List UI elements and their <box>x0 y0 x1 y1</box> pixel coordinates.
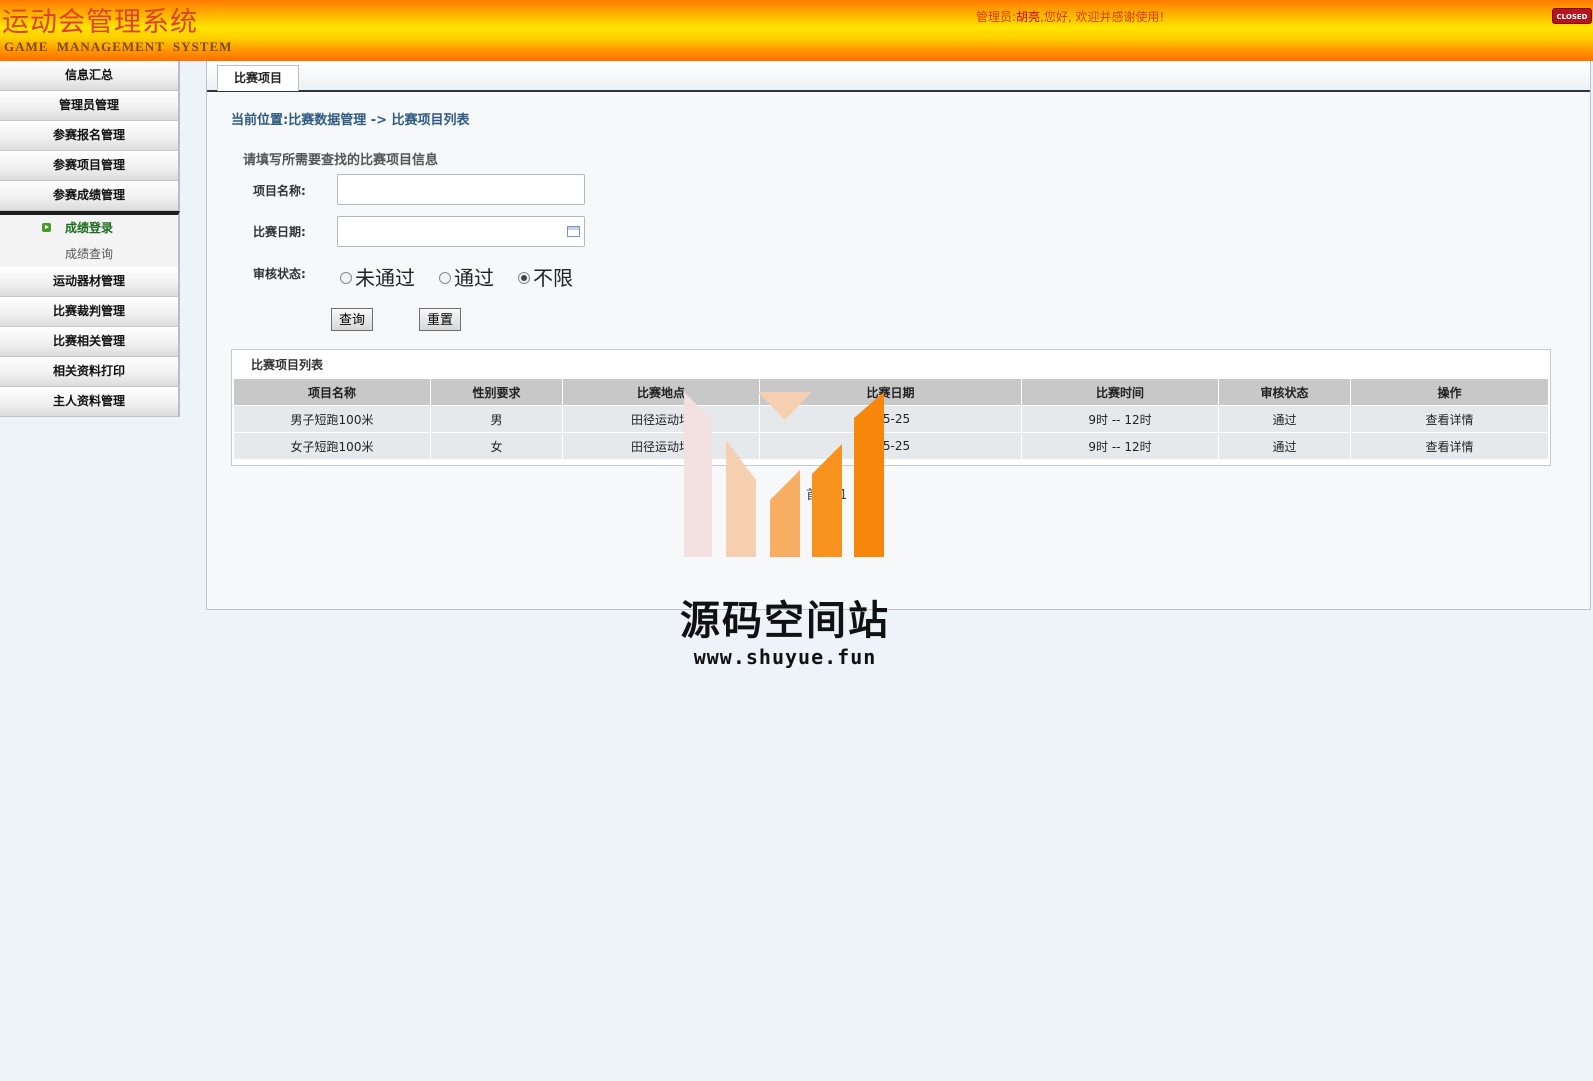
table-row: 男子短跑100米 男 田径运动场 -05-25 9时 -- 12时 通过 查看详… <box>234 406 1548 432</box>
sidebar-item-equipment-management[interactable]: 运动器材管理 <box>0 267 180 297</box>
last-page-link[interactable]: 尾页 <box>855 488 881 503</box>
cell-gender: 女 <box>431 433 562 459</box>
query-button[interactable]: 查询 <box>331 308 374 331</box>
sidebar-item-admin-management[interactable]: 管理员管理 <box>0 91 180 121</box>
column-header: 比赛时间 <box>1022 379 1218 405</box>
view-details-link[interactable]: 查看详情 <box>1351 406 1548 432</box>
table-header-row: 项目名称 性别要求 比赛地点 比赛日期 比赛时间 审核状态 操作 <box>234 379 1548 405</box>
cell-venue: 田径运动场 <box>563 406 759 432</box>
sidebar-item-owner-profile[interactable]: 主人资料管理 <box>0 387 180 417</box>
sidebar-item-registration-management[interactable]: 参赛报名管理 <box>0 121 180 151</box>
sidebar-item-score-management[interactable]: 参赛成绩管理 <box>0 181 180 211</box>
reset-button[interactable]: 重置 <box>419 308 462 331</box>
cell-status: 通过 <box>1219 433 1350 459</box>
column-header: 审核状态 <box>1219 379 1350 405</box>
breadcrumb: 当前位置:比赛数据管理 -> 比赛项目列表 <box>231 113 470 128</box>
search-form-title: 请填写所需要查找的比赛项目信息 <box>243 153 439 168</box>
cell-event-name: 男子短跑100米 <box>234 406 430 432</box>
review-status-label: 审核状态: <box>253 267 306 281</box>
tab-events[interactable]: 比赛项目 <box>217 65 299 91</box>
event-date-input[interactable] <box>337 216 585 247</box>
tab-bar: 比赛项目 <box>207 61 1590 92</box>
welcome-message: 管理员:胡亮,您好, 欢迎并感谢使用! <box>976 8 1164 25</box>
submenu-item-label: 成绩查询 <box>64 247 113 261</box>
score-submenu: 成绩登录 成绩查询 <box>0 211 180 267</box>
calendar-icon[interactable] <box>567 226 580 237</box>
app-subtitle: GAME MANAGEMENT SYSTEM <box>4 39 233 54</box>
radio-label: 通过 <box>454 266 494 290</box>
pagination: 首页 1 尾页 <box>806 484 881 503</box>
top-banner: 运动会管理系统 GAME MANAGEMENT SYSTEM 管理员:胡亮,您好… <box>0 0 1593 61</box>
watermark-text: 源码空间站 <box>680 598 890 644</box>
arrow-right-icon <box>42 223 51 232</box>
cell-date: -05-25 <box>760 406 1021 432</box>
greeting-suffix: ,您好, 欢迎并感谢使用! <box>1040 10 1165 24</box>
app-title: 运动会管理系统 <box>2 7 198 38</box>
submenu-item-label: 成绩登录 <box>64 221 113 235</box>
event-table: 项目名称 性别要求 比赛地点 比赛日期 比赛时间 审核状态 操作 男子短跑100… <box>233 378 1549 460</box>
cell-time: 9时 -- 12时 <box>1022 406 1218 432</box>
status-radio-passed[interactable]: 通过 <box>439 262 494 291</box>
watermark-url: www.shuyue.fun <box>693 645 877 669</box>
sidebar-menu: 信息汇总 管理员管理 参赛报名管理 参赛项目管理 参赛成绩管理 成绩登录 成绩查… <box>0 61 180 417</box>
event-name-input[interactable] <box>337 174 585 205</box>
radio-icon[interactable] <box>340 271 352 284</box>
cell-date: -05-25 <box>760 433 1021 459</box>
column-header: 操作 <box>1351 379 1548 405</box>
first-page-link[interactable]: 首页 <box>806 488 832 503</box>
close-button[interactable]: CLOSED <box>1552 8 1592 24</box>
status-radio-not-passed[interactable]: 未通过 <box>340 262 415 291</box>
greeting-prefix: 管理员: <box>976 10 1017 24</box>
submenu-item-score-query[interactable]: 成绩查询 <box>0 241 178 267</box>
user-name: 胡亮 <box>1016 10 1041 24</box>
sidebar-item-event-management[interactable]: 参赛项目管理 <box>0 151 180 181</box>
column-header: 性别要求 <box>431 379 562 405</box>
list-title: 比赛项目列表 <box>251 358 324 372</box>
radio-icon[interactable] <box>439 271 451 284</box>
cell-event-name: 女子短跑100米 <box>234 433 430 459</box>
table-row: 女子短跑100米 女 田径运动场 -05-25 9时 -- 12时 通过 查看详… <box>234 433 1548 459</box>
view-details-link[interactable]: 查看详情 <box>1351 433 1548 459</box>
sidebar-item-document-print[interactable]: 相关资料打印 <box>0 357 180 387</box>
event-date-label: 比赛日期: <box>253 225 306 239</box>
cell-status: 通过 <box>1219 406 1350 432</box>
radio-label: 不限 <box>533 266 573 290</box>
sidebar-item-competition-related[interactable]: 比赛相关管理 <box>0 327 180 357</box>
cell-venue: 田径运动场 <box>563 433 759 459</box>
sidebar-item-referee-management[interactable]: 比赛裁判管理 <box>0 297 180 327</box>
event-list-panel: 比赛项目列表 项目名称 性别要求 比赛地点 比赛日期 比赛时间 审核状态 操作 … <box>231 349 1551 466</box>
page-number-link[interactable]: 1 <box>839 488 847 503</box>
column-header: 项目名称 <box>234 379 430 405</box>
submenu-item-score-entry[interactable]: 成绩登录 <box>0 215 178 241</box>
event-name-label: 项目名称: <box>253 184 306 198</box>
cell-time: 9时 -- 12时 <box>1022 433 1218 459</box>
sidebar-item-info-summary[interactable]: 信息汇总 <box>0 61 180 91</box>
main-panel: 比赛项目 当前位置:比赛数据管理 -> 比赛项目列表 请填写所需要查找的比赛项目… <box>206 61 1591 610</box>
column-header: 比赛日期 <box>760 379 1021 405</box>
radio-label: 未通过 <box>355 266 415 290</box>
status-radio-any[interactable]: 不限 <box>518 262 573 291</box>
cell-gender: 男 <box>431 406 562 432</box>
column-header: 比赛地点 <box>563 379 759 405</box>
radio-selected-icon[interactable] <box>518 271 530 284</box>
